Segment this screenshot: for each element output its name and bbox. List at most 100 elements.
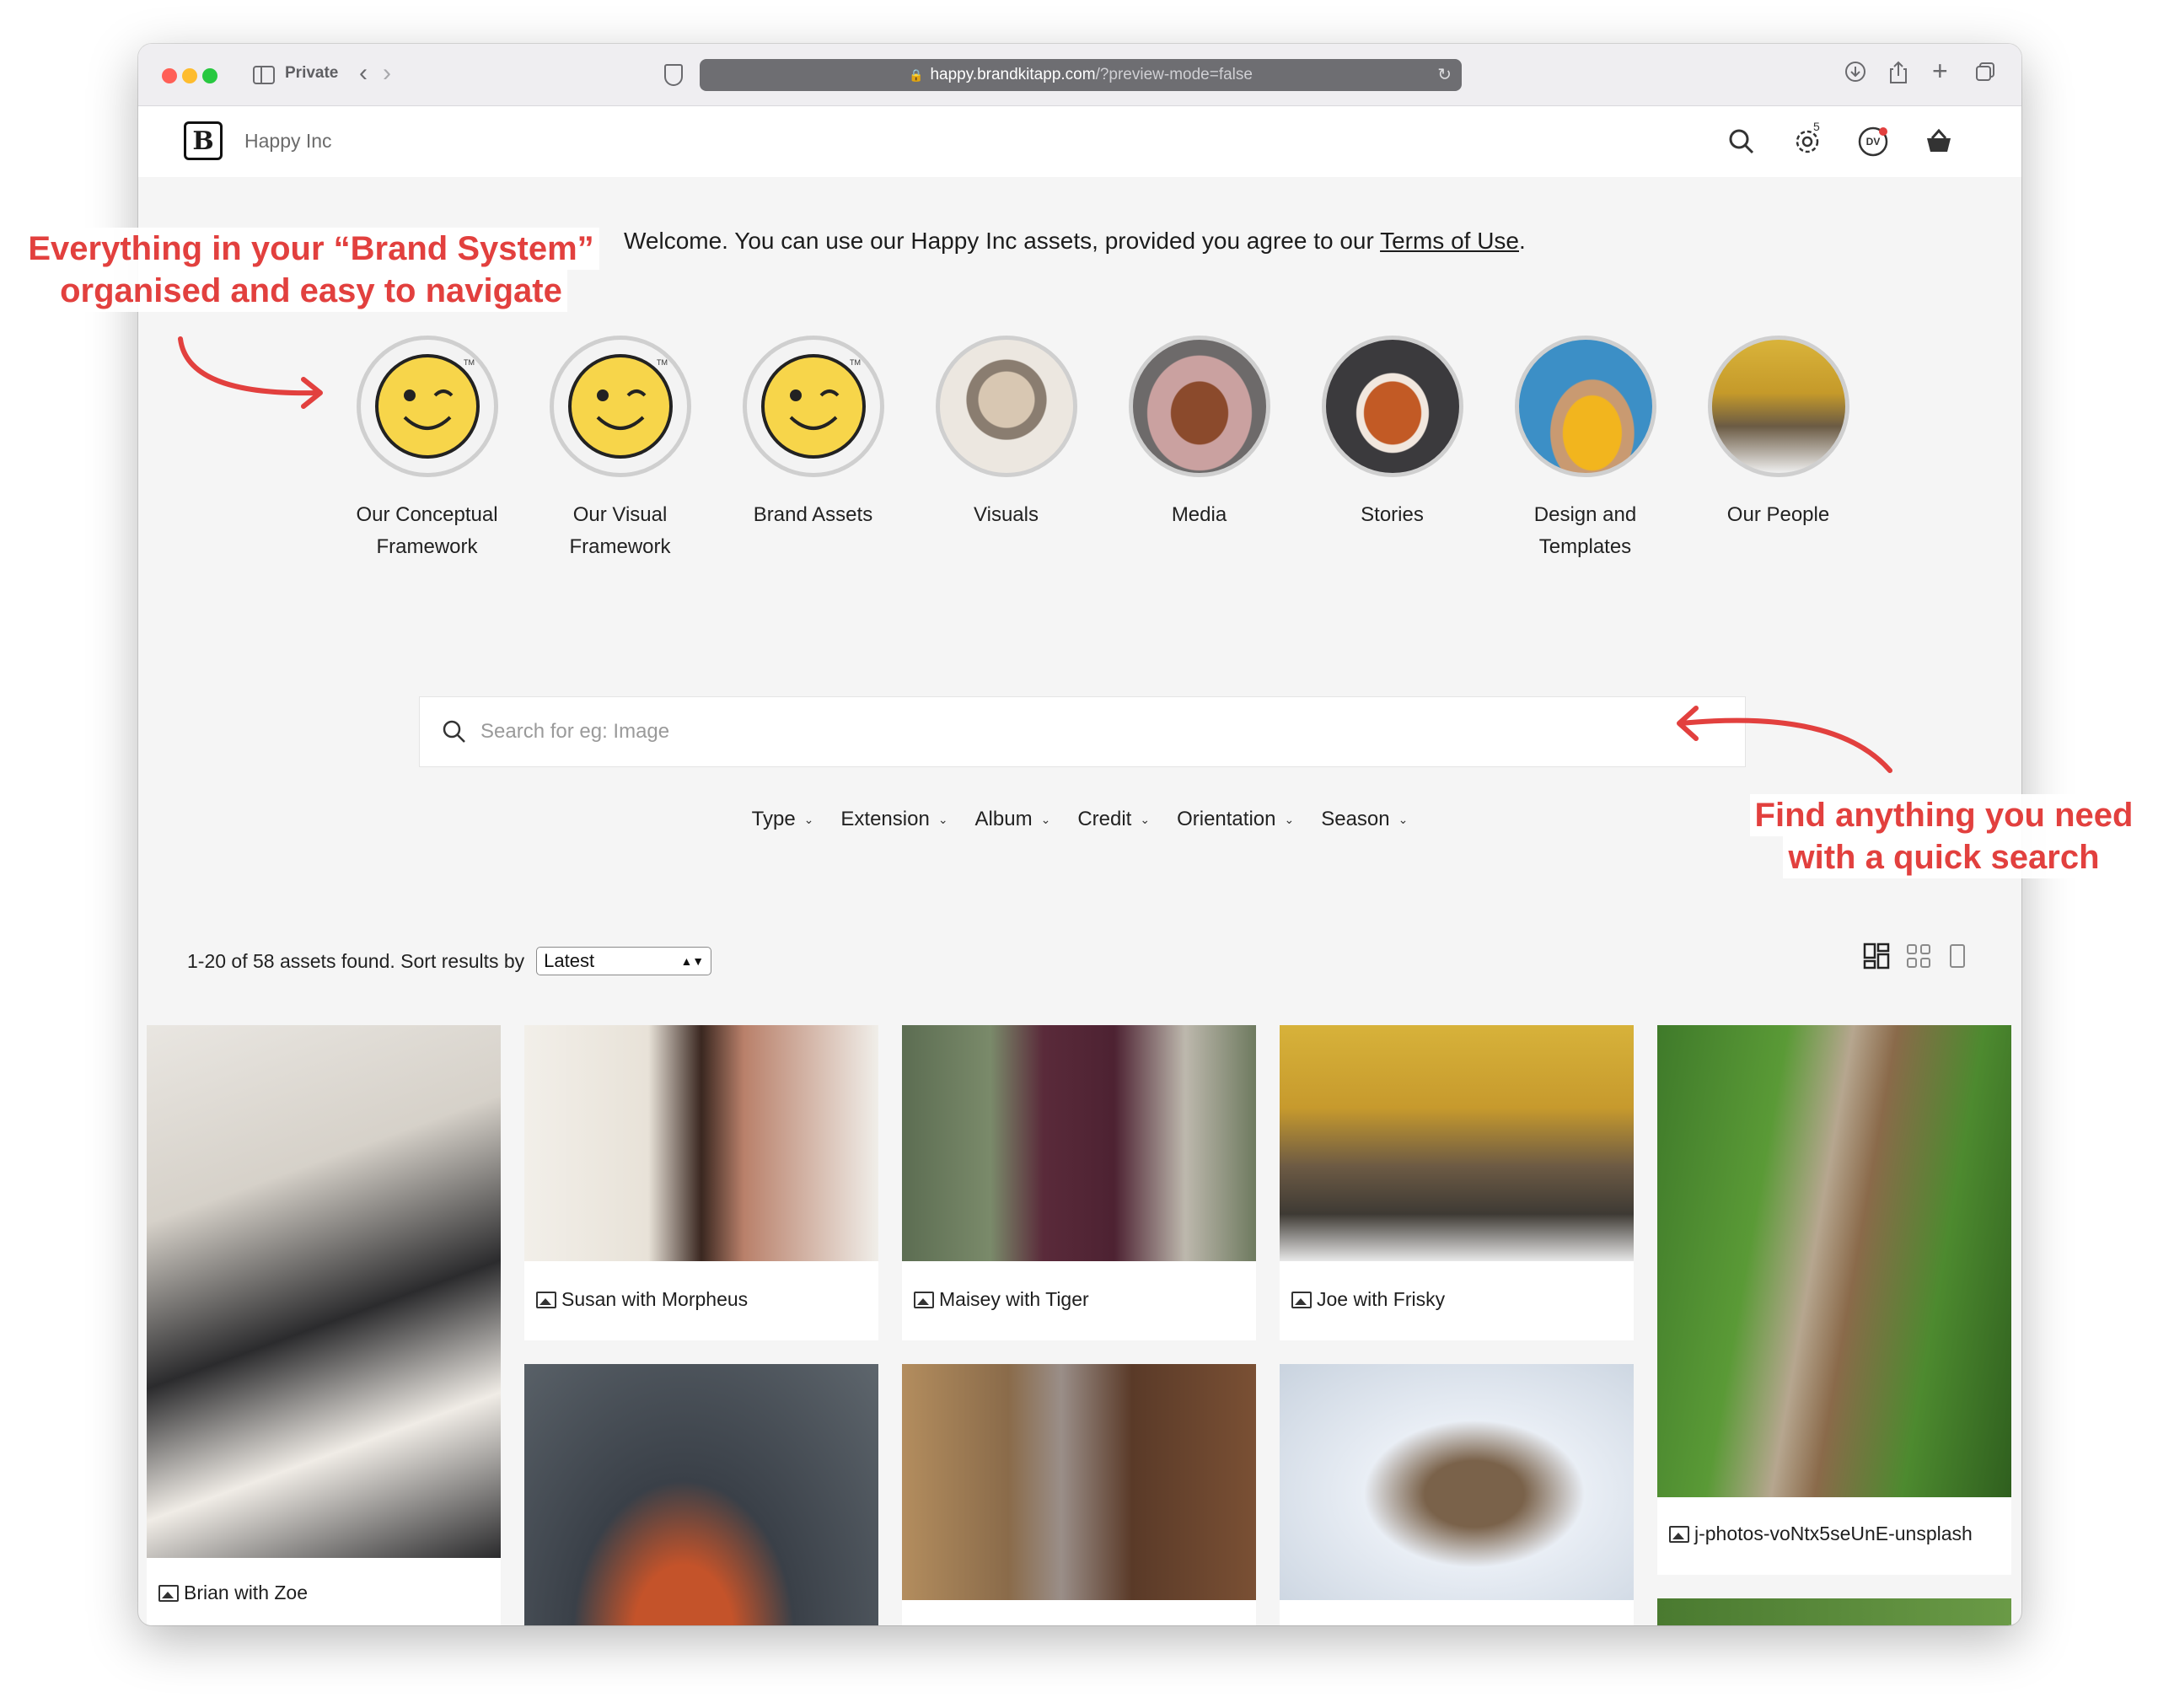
new-tab-icon[interactable]: + — [1932, 56, 1948, 87]
search-icon[interactable] — [1725, 125, 1758, 158]
chevron-down-icon: ⌄ — [1040, 812, 1051, 826]
filter-credit[interactable]: Credit ⌄ — [1077, 808, 1150, 831]
back-button[interactable]: ‹ — [359, 59, 368, 88]
puppy-photo — [1128, 336, 1270, 477]
asset-card[interactable] — [1657, 1598, 2011, 1625]
filter-season[interactable]: Season ⌄ — [1321, 808, 1408, 831]
url-path: /?preview-mode=false — [1095, 66, 1253, 83]
filter-label: Extension — [840, 808, 930, 830]
downloads-icon[interactable] — [1844, 61, 1866, 89]
address-bar[interactable]: 🔒 happy.brandkitapp.com/?preview-mode=fa… — [700, 59, 1462, 91]
search-icon — [442, 719, 467, 744]
callout-line: organised and easy to navigate — [55, 270, 567, 312]
asset-thumbnail — [1280, 1364, 1634, 1600]
smiley-icon: TM — [356, 336, 498, 477]
select-arrows-icon: ▲▼ — [680, 954, 705, 968]
filter-label: Orientation — [1177, 808, 1276, 830]
asset-title: Maisey with Tiger — [939, 1288, 1089, 1310]
asset-title: j-photos-voNtx5seUnE-unsplash — [1694, 1523, 1973, 1544]
app-header: B Happy Inc DV 5 — [138, 106, 2021, 177]
category-label: Brand Assets — [753, 503, 873, 526]
brand-name[interactable]: Happy Inc — [244, 130, 332, 153]
category-item[interactable]: TM Our Visual Framework — [523, 336, 717, 563]
search-input[interactable] — [480, 720, 1661, 744]
search-bar — [419, 696, 1746, 767]
image-icon — [536, 1291, 556, 1308]
asset-title: Brian with Zoe — [184, 1582, 309, 1603]
masonry-view-icon[interactable] — [1863, 943, 1890, 974]
tab-overview-icon[interactable] — [1974, 61, 1996, 89]
welcome-message: Welcome. You can use our Happy Inc asset… — [624, 228, 1526, 255]
svg-text:TM: TM — [464, 358, 475, 367]
asset-card[interactable] — [524, 1364, 878, 1625]
asset-card[interactable]: j-photos-voNtx5seUnE-unsplash — [1657, 1025, 2011, 1575]
chevron-down-icon: ⌄ — [1398, 812, 1409, 826]
asset-card[interactable]: Joe with Frisky — [1280, 1025, 1634, 1340]
asset-card[interactable]: Brian with Zoe — [147, 1025, 501, 1625]
category-item[interactable]: Design and Templates — [1489, 336, 1682, 563]
category-item[interactable]: Visuals — [910, 336, 1103, 563]
minimize-window-button[interactable] — [182, 68, 197, 83]
asset-card[interactable]: Maisey with Tiger — [902, 1025, 1256, 1340]
smiley-icon: TM — [549, 336, 691, 477]
category-item[interactable]: TM Brand Assets — [717, 336, 910, 563]
avatar[interactable]: DV — [1856, 125, 1890, 158]
close-window-button[interactable] — [162, 68, 177, 83]
welcome-text: Welcome. You can use our Happy Inc asset… — [624, 228, 1381, 254]
single-view-icon[interactable] — [1947, 943, 1967, 974]
asset-thumbnail — [1280, 1025, 1634, 1261]
category-item[interactable]: Stories — [1296, 336, 1489, 563]
image-icon — [1291, 1291, 1312, 1308]
person-photo — [1707, 336, 1849, 477]
callout-line: Everything in your “Brand System” — [23, 228, 599, 270]
share-icon[interactable] — [1888, 61, 1908, 90]
callout-line: with a quick search — [1783, 836, 2105, 878]
grid-view-icon[interactable] — [1905, 943, 1932, 974]
smiley-icon: TM — [742, 336, 884, 477]
filter-orientation[interactable]: Orientation ⌄ — [1177, 808, 1294, 831]
category-label: Our People — [1726, 503, 1830, 526]
forward-button[interactable]: › — [383, 59, 391, 88]
asset-card[interactable] — [1280, 1364, 1634, 1625]
asset-thumbnail — [902, 1364, 1256, 1600]
chevron-down-icon: ⌄ — [1284, 812, 1295, 826]
reload-icon[interactable]: ↻ — [1437, 64, 1452, 85]
category-item[interactable]: Our People — [1682, 336, 1875, 563]
browser-toolbar: Private ‹ › 🔒 happy.brandkitapp.com/?pre… — [138, 44, 2021, 106]
asset-card[interactable]: Susan with Morpheus — [524, 1025, 878, 1340]
asset-card[interactable] — [902, 1364, 1256, 1625]
cart-count-badge: 5 — [1813, 120, 1820, 133]
asset-thumbnail — [524, 1364, 878, 1625]
quick-search-callout: Find anything you need with a quick sear… — [1742, 794, 2146, 878]
category-item[interactable]: TM Our Conceptual Framework — [330, 336, 523, 563]
sort-value: Latest — [544, 950, 595, 971]
sidebar-toggle-icon[interactable] — [253, 66, 275, 84]
brandkit-logo[interactable]: B — [184, 121, 223, 160]
callout-arrow-icon — [1677, 706, 1892, 773]
privacy-shield-icon[interactable] — [664, 64, 683, 86]
filter-album[interactable]: Album ⌄ — [975, 808, 1051, 831]
filter-extension[interactable]: Extension ⌄ — [840, 808, 947, 831]
image-icon — [1669, 1525, 1689, 1543]
filter-label: Credit — [1077, 808, 1132, 830]
kitten-photo — [935, 336, 1077, 477]
basket-icon[interactable] — [1922, 125, 1956, 158]
zoom-window-button[interactable] — [202, 68, 217, 83]
svg-text:TM: TM — [657, 358, 668, 367]
asset-caption: Joe with Frisky — [1291, 1288, 1445, 1311]
welcome-end: . — [1519, 228, 1526, 254]
asset-caption: Susan with Morpheus — [536, 1288, 748, 1311]
category-label: Design and Templates — [1533, 503, 1637, 558]
dog-photo — [1514, 336, 1656, 477]
asset-caption: Brian with Zoe — [158, 1582, 308, 1604]
sort-select[interactable]: Latest ▲▼ — [536, 947, 712, 975]
chevron-down-icon: ⌄ — [1140, 812, 1151, 826]
squirrel-photo — [1321, 336, 1463, 477]
filter-type[interactable]: Type ⌄ — [752, 808, 814, 831]
avatar-initials: DV — [1865, 136, 1881, 148]
brand-system-callout: Everything in your “Brand System” organi… — [20, 228, 602, 312]
category-item[interactable]: Media — [1103, 336, 1296, 563]
chevron-down-icon: ⌄ — [937, 812, 948, 826]
terms-of-use-link[interactable]: Terms of Use — [1380, 228, 1519, 254]
asset-caption: Maisey with Tiger — [914, 1288, 1089, 1311]
